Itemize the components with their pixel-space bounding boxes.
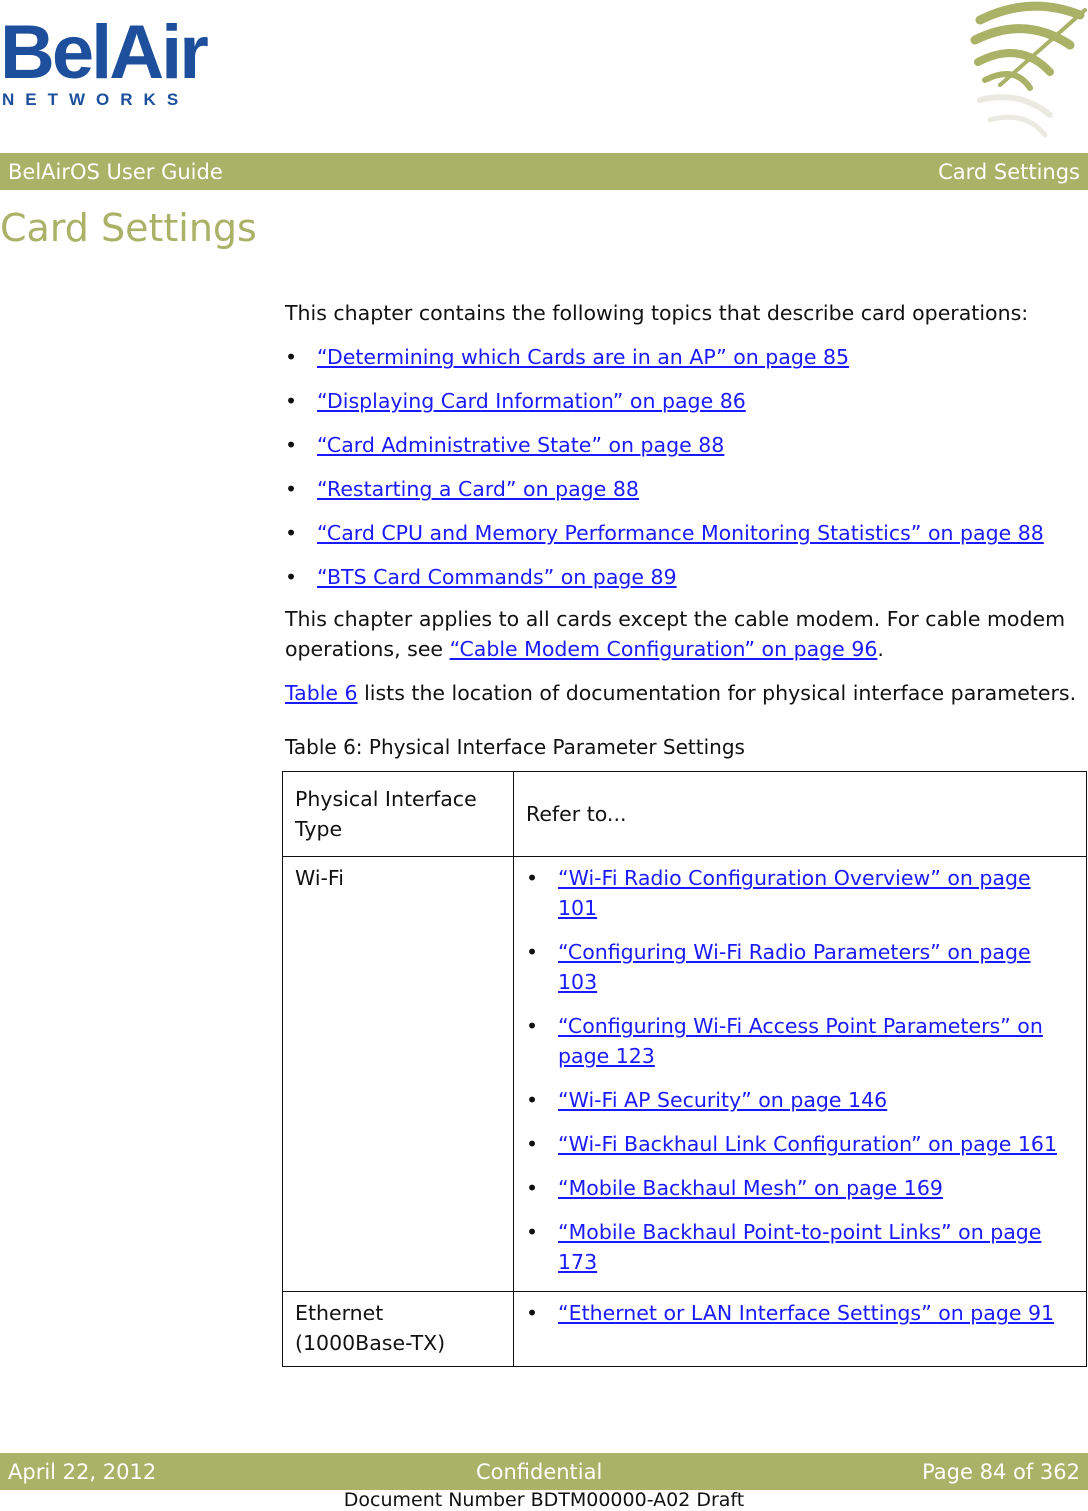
table-row: Wi-Fi “Wi-Fi Radio Configuration Overvie…	[282, 856, 1087, 1292]
list-item: “Mobile Backhaul Mesh” on page 169	[526, 1173, 1074, 1203]
reference-link[interactable]: “Wi-Fi AP Security” on page 146	[558, 1088, 887, 1112]
list-item: “Wi-Fi AP Security” on page 146	[526, 1085, 1074, 1115]
footer-classification: Confidential	[475, 1459, 603, 1484]
refer-to-cell: “Wi-Fi Radio Configuration Overview” on …	[513, 856, 1087, 1292]
table-6-link[interactable]: Table 6	[285, 681, 358, 705]
logo-subtitle: NETWORKS	[2, 90, 190, 109]
topic-link[interactable]: “Restarting a Card” on page 88	[317, 477, 639, 501]
logo-wordmark: BelAir	[0, 10, 209, 95]
topic-link[interactable]: “Determining which Cards are in an AP” o…	[317, 345, 849, 369]
list-item: “Mobile Backhaul Point-to-point Links” o…	[526, 1217, 1074, 1277]
footer-date: April 22, 2012	[8, 1459, 157, 1484]
reference-link[interactable]: “Ethernet or LAN Interface Settings” on …	[558, 1301, 1054, 1325]
chapter-body: This chapter contains the following topi…	[285, 298, 1085, 762]
table-header-row: Physical Interface Type Refer to...	[282, 771, 1087, 857]
header-guide-title: BelAirOS User Guide	[8, 159, 223, 184]
physical-interface-table: Physical Interface Type Refer to... Wi-F…	[282, 771, 1087, 1367]
list-item: “Wi-Fi Backhaul Link Configuration” on p…	[526, 1129, 1074, 1159]
reference-link[interactable]: “Mobile Backhaul Point-to-point Links” o…	[558, 1220, 1041, 1274]
page-title: Card Settings	[0, 206, 257, 250]
reference-link[interactable]: “Mobile Backhaul Mesh” on page 169	[558, 1176, 943, 1200]
cable-modem-paragraph: This chapter applies to all cards except…	[285, 604, 1085, 664]
reference-link[interactable]: “Wi-Fi Backhaul Link Configuration” on p…	[558, 1132, 1057, 1156]
column-header: Refer to...	[513, 771, 1087, 857]
belair-logo: BelAir NETWORKS	[0, 10, 209, 110]
reference-list: “Wi-Fi Radio Configuration Overview” on …	[526, 863, 1074, 1277]
list-item: “Card CPU and Memory Performance Monitor…	[285, 518, 1085, 548]
reference-link[interactable]: “Configuring Wi-Fi Radio Parameters” on …	[558, 940, 1031, 994]
reference-link[interactable]: “Configuring Wi-Fi Access Point Paramete…	[558, 1014, 1043, 1068]
table-reference-paragraph: Table 6 lists the location of documentat…	[285, 678, 1085, 708]
column-header: Physical Interface Type	[282, 771, 514, 857]
topic-link[interactable]: “Displaying Card Information” on page 86	[317, 389, 746, 413]
interface-type-cell: Wi-Fi	[282, 856, 514, 1292]
list-item: “BTS Card Commands” on page 89	[285, 562, 1085, 592]
interface-type-cell: Ethernet (1000Base-TX)	[282, 1291, 514, 1367]
reference-link[interactable]: “Wi-Fi Radio Configuration Overview” on …	[558, 866, 1031, 920]
list-item: “Determining which Cards are in an AP” o…	[285, 342, 1085, 372]
topic-link[interactable]: “Card CPU and Memory Performance Monitor…	[317, 521, 1044, 545]
topic-link[interactable]: “BTS Card Commands” on page 89	[317, 565, 677, 589]
list-item: “Configuring Wi-Fi Radio Parameters” on …	[526, 937, 1074, 997]
intro-paragraph: This chapter contains the following topi…	[285, 301, 1029, 325]
list-item: “Card Administrative State” on page 88	[285, 430, 1085, 460]
paragraph-text: .	[877, 637, 884, 661]
list-item: “Configuring Wi-Fi Access Point Paramete…	[526, 1011, 1074, 1071]
footer-page-number: Page 84 of 362	[922, 1459, 1080, 1484]
reference-list: “Ethernet or LAN Interface Settings” on …	[526, 1298, 1074, 1328]
header-band: BelAirOS User Guide Card Settings	[0, 153, 1088, 190]
topic-link[interactable]: “Card Administrative State” on page 88	[317, 433, 724, 457]
footer-band: April 22, 2012 Confidential Page 84 of 3…	[0, 1453, 1088, 1490]
list-item: “Wi-Fi Radio Configuration Overview” on …	[526, 863, 1074, 923]
paragraph-text: lists the location of documentation for …	[357, 681, 1077, 705]
list-item: “Restarting a Card” on page 88	[285, 474, 1085, 504]
cable-modem-link[interactable]: “Cable Modem Configuration” on page 96	[450, 637, 878, 661]
table-caption: Table 6: Physical Interface Parameter Se…	[285, 735, 745, 759]
table-row: Ethernet (1000Base-TX) “Ethernet or LAN …	[282, 1291, 1087, 1367]
list-item: “Ethernet or LAN Interface Settings” on …	[526, 1298, 1074, 1328]
refer-to-cell: “Ethernet or LAN Interface Settings” on …	[513, 1291, 1087, 1367]
belair-swoosh-icon	[970, 1, 1087, 138]
header-chapter-title: Card Settings	[938, 159, 1080, 184]
topic-list: “Determining which Cards are in an AP” o…	[285, 342, 1085, 592]
list-item: “Displaying Card Information” on page 86	[285, 386, 1085, 416]
document-number: Document Number BDTM00000-A02 Draft	[343, 1489, 745, 1511]
